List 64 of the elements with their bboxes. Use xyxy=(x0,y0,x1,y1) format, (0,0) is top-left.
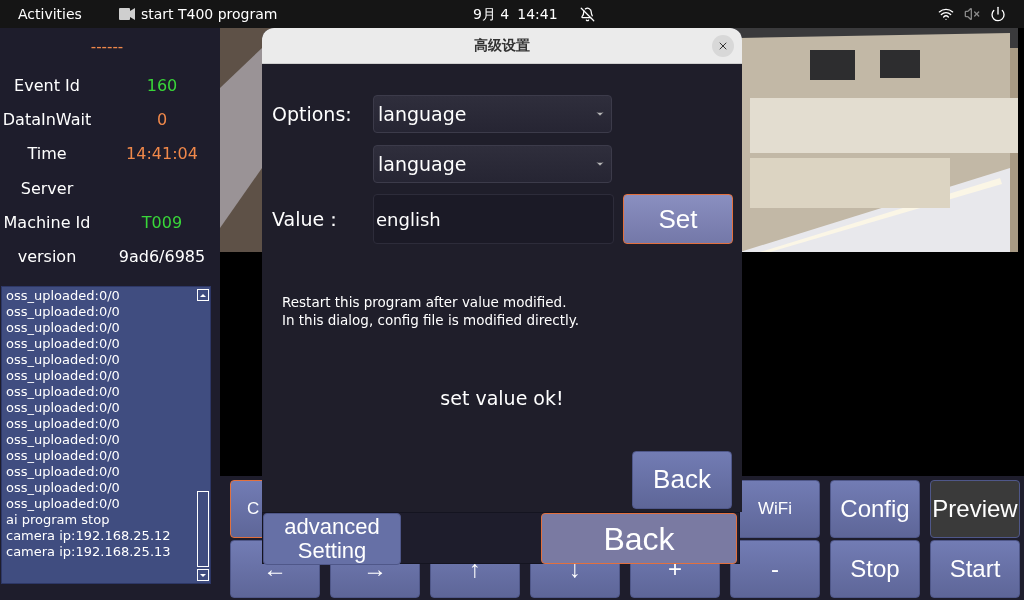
log-line: oss_uploaded:0/0 xyxy=(6,448,121,465)
log-line: oss_uploaded:0/0 xyxy=(6,464,121,481)
log-line: oss_uploaded:0/0 xyxy=(6,480,121,497)
control-button[interactable]: - xyxy=(730,540,820,598)
control-button[interactable]: Config xyxy=(830,480,920,538)
scroll-thumb[interactable] xyxy=(197,491,209,568)
value-field[interactable]: english xyxy=(373,194,614,244)
status-value: 0 xyxy=(155,108,169,131)
back-button[interactable]: Back xyxy=(632,450,732,509)
volume-muted-icon[interactable] xyxy=(964,6,980,22)
status-value: 160 xyxy=(145,74,179,97)
status-label: Server xyxy=(19,177,75,200)
status-label: DataInWait xyxy=(1,108,93,131)
status-label: Time xyxy=(26,143,68,166)
control-button[interactable]: Stop xyxy=(830,540,920,598)
option-dropdown[interactable]: language xyxy=(373,145,612,183)
advanced-setting-button[interactable]: advanced Setting xyxy=(263,513,401,565)
control-button[interactable]: Preview xyxy=(930,480,1020,538)
set-button[interactable]: Set xyxy=(623,194,733,244)
status-value: T009 xyxy=(140,211,184,234)
log-line: oss_uploaded:0/0 xyxy=(6,400,121,417)
dropdown-caret-icon xyxy=(595,109,605,119)
note-text: Restart this program after value modified. xyxy=(282,293,568,311)
log-line: oss_uploaded:0/0 xyxy=(6,304,121,321)
option-dropdown[interactable]: language xyxy=(373,95,612,133)
app-icon xyxy=(118,8,135,20)
scroll-up-icon[interactable] xyxy=(197,289,209,302)
log-line: camera ip:192.168.25.13 xyxy=(6,544,172,561)
wifi-icon[interactable] xyxy=(938,6,954,22)
activities-button[interactable]: Activities xyxy=(18,3,82,25)
log-line: ai program stop xyxy=(6,512,111,529)
log-line: oss_uploaded:0/0 xyxy=(6,288,121,305)
dialog-title: 高级设置 xyxy=(474,36,530,55)
note-text: In this dialog, config file is modified directly. xyxy=(282,311,581,329)
control-button[interactable]: Start xyxy=(930,540,1020,598)
value-label: Value： xyxy=(272,207,344,230)
dropdown-caret-icon xyxy=(595,159,605,169)
status-label: Event Id xyxy=(13,74,81,97)
log-line: oss_uploaded:0/0 xyxy=(6,368,121,385)
log-line: oss_uploaded:0/0 xyxy=(6,384,121,401)
clock-time[interactable]: 14:41 xyxy=(517,3,558,25)
back-button[interactable]: Back xyxy=(541,513,737,564)
log-line: camera ip:192.168.25.12 xyxy=(6,528,172,545)
close-button[interactable] xyxy=(712,35,734,57)
log-line: oss_uploaded:0/0 xyxy=(6,416,121,433)
clock-date[interactable]: 9月 4 xyxy=(473,3,510,25)
scrollbar[interactable] xyxy=(197,287,209,584)
log-line: oss_uploaded:0/0 xyxy=(6,336,121,353)
log-line: oss_uploaded:0/0 xyxy=(6,320,121,337)
status-header: ------ xyxy=(90,37,124,58)
status-message: set value ok! xyxy=(440,386,564,411)
status-value: 9ad6/6985 xyxy=(117,246,207,269)
close-icon xyxy=(717,40,729,52)
power-icon[interactable] xyxy=(990,6,1006,22)
status-label: version xyxy=(16,246,78,269)
log-line: oss_uploaded:0/0 xyxy=(6,352,121,369)
options-label: Options: xyxy=(272,101,352,127)
status-label: Machine Id xyxy=(2,211,92,234)
bell-off-icon xyxy=(579,6,595,22)
status-value: 14:41:04 xyxy=(125,143,199,166)
app-title[interactable]: start T400 program xyxy=(140,3,278,25)
log-line: oss_uploaded:0/0 xyxy=(6,432,121,449)
scroll-down-icon[interactable] xyxy=(197,569,209,582)
log-line: oss_uploaded:0/0 xyxy=(6,496,121,513)
